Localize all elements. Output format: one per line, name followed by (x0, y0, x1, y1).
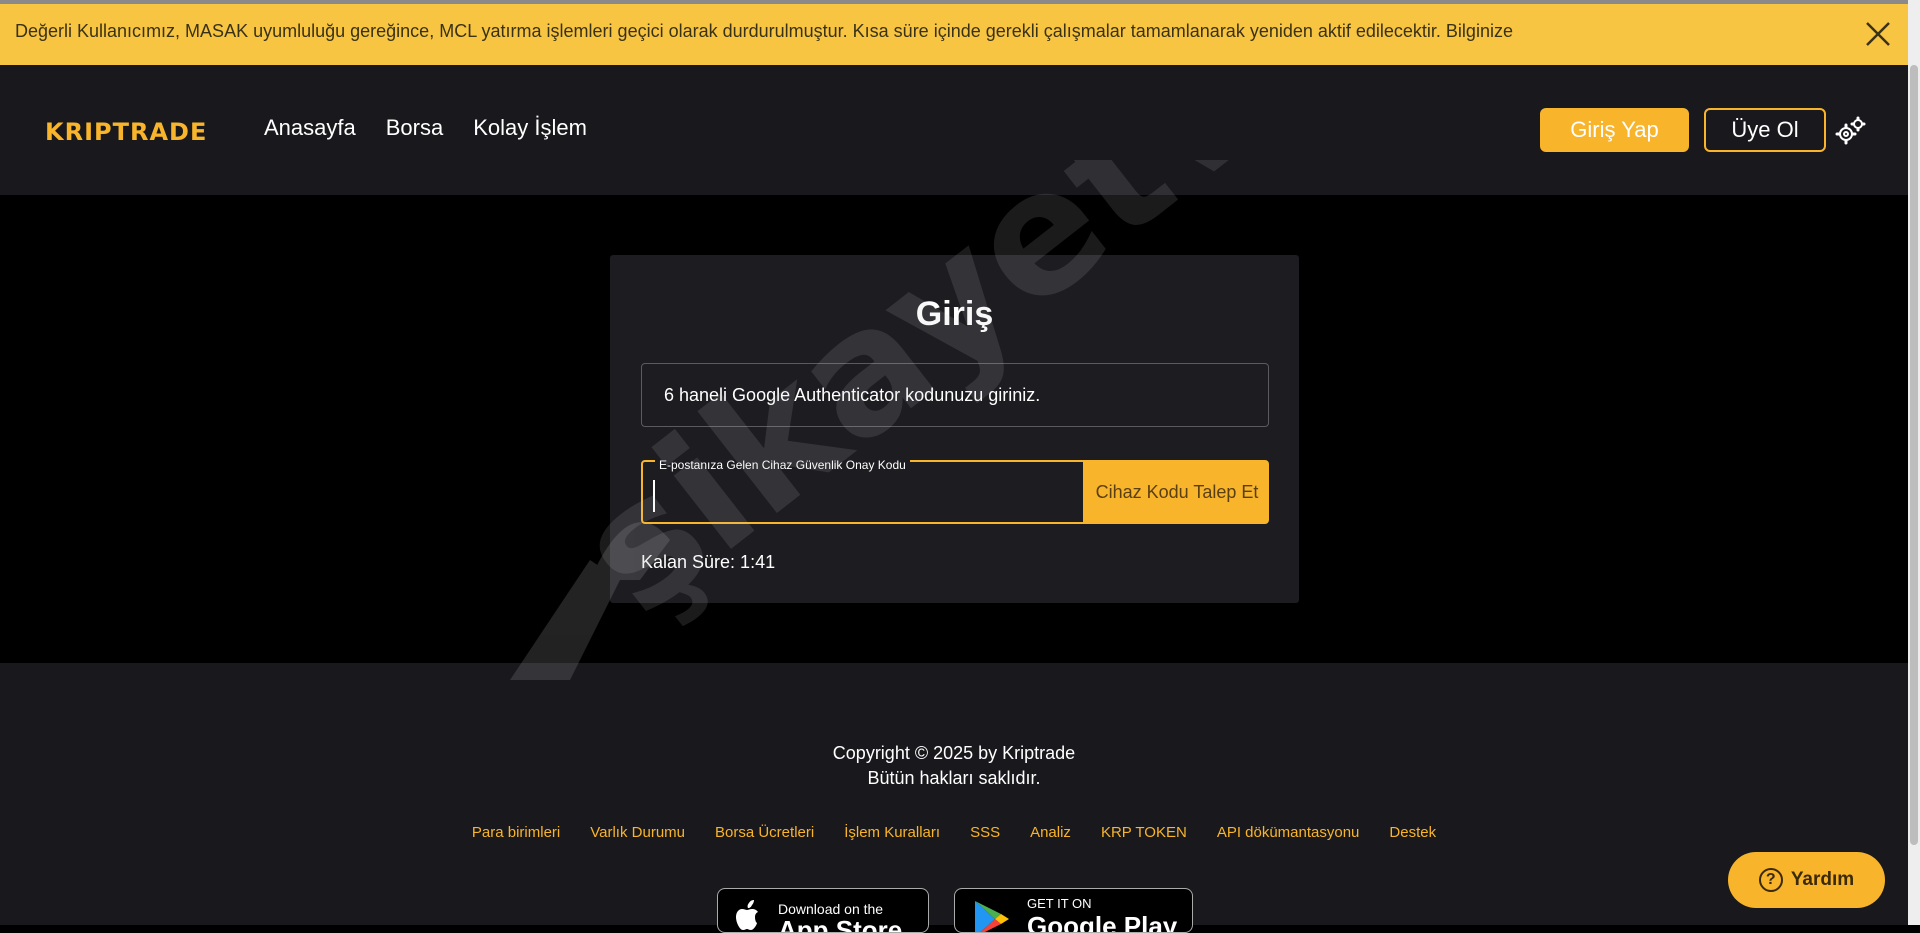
footer-link-analiz[interactable]: Analiz (1030, 824, 1071, 841)
footer-link-para-birimleri[interactable]: Para birimleri (472, 824, 560, 841)
announcement-bar: Değerli Kullanıcımız, MASAK uyumluluğu g… (0, 0, 1908, 65)
request-device-code-button[interactable]: Cihaz Kodu Talep Et (1085, 460, 1269, 524)
device-code-field[interactable]: E-postanıza Gelen Cihaz Güvenlik Onay Ko… (641, 458, 1085, 524)
gplay-small-text: GET IT ON (1027, 896, 1092, 911)
footer-link-api-docs[interactable]: API dökümantasyonu (1217, 824, 1360, 841)
signup-button[interactable]: Üye Ol (1704, 108, 1826, 152)
settings-gear-icon[interactable] (1834, 116, 1866, 148)
login-card: Giriş 6 haneli Google Authenticator kodu… (610, 255, 1299, 603)
gplay-big-text: Google Play (1027, 911, 1178, 933)
apple-icon (736, 900, 758, 930)
footer-link-destek[interactable]: Destek (1389, 824, 1436, 841)
footer-link-borsa-ucretleri[interactable]: Borsa Ücretleri (715, 824, 814, 841)
page-scrollbar[interactable] (1908, 0, 1920, 925)
appstore-big-text: App Store (778, 915, 903, 933)
google-play-icon (975, 901, 1009, 932)
footer-link-sss[interactable]: SSS (970, 824, 1000, 841)
announcement-text: Değerli Kullanıcımız, MASAK uyumluluğu g… (15, 21, 1513, 41)
app-store-badge[interactable]: Download on the App Store (717, 888, 929, 933)
nav-anasayfa[interactable]: Anasayfa (264, 115, 356, 141)
help-button[interactable]: ? Yardım (1728, 852, 1885, 908)
logo-text: KRIPTRADE (45, 118, 208, 146)
close-icon[interactable] (1862, 18, 1894, 50)
help-label: Yardım (1790, 869, 1855, 890)
nav-kolay-islem[interactable]: Kolay İşlem (473, 115, 587, 141)
footer-link-islem-kurallari[interactable]: İşlem Kuralları (844, 824, 940, 841)
main-area: Giriş 6 haneli Google Authenticator kodu… (0, 195, 1908, 663)
rights-line: Bütün hakları saklıdır. (867, 768, 1041, 788)
google-play-badge[interactable]: GET IT ON Google Play (954, 888, 1193, 933)
footer-link-varlik-durumu[interactable]: Varlık Durumu (590, 824, 685, 841)
login-button[interactable]: Giriş Yap (1540, 108, 1689, 152)
page-title: Giriş (915, 295, 994, 333)
site-header: KRIPTRADE Anasayfa Borsa Kolay İşlem Gir… (0, 65, 1908, 195)
remaining-time-text: Kalan Süre: 1:41 (641, 552, 776, 572)
footer-links: Para birimleri Varlık Durumu Borsa Ücret… (0, 824, 1908, 841)
footer-link-krp-token[interactable]: KRP TOKEN (1101, 824, 1187, 841)
scrollbar-thumb[interactable] (1910, 65, 1918, 845)
copyright-line: Copyright © 2025 by Kriptrade (832, 743, 1076, 763)
kriptrade-logo[interactable]: KRIPTRADE (45, 118, 207, 146)
authenticator-info-box: 6 haneli Google Authenticator kodunuzu g… (641, 363, 1269, 427)
device-code-label: E-postanıza Gelen Cihaz Güvenlik Onay Ko… (655, 458, 910, 472)
site-footer: Copyright © 2025 by Kriptrade Bütün hakl… (0, 663, 1908, 933)
main-nav: Anasayfa Borsa Kolay İşlem (264, 115, 587, 141)
device-code-input[interactable] (653, 480, 1061, 512)
question-icon: ? (1758, 868, 1783, 892)
nav-borsa[interactable]: Borsa (386, 115, 443, 141)
copyright: Copyright © 2025 by Kriptrade Bütün hakl… (0, 741, 1908, 791)
